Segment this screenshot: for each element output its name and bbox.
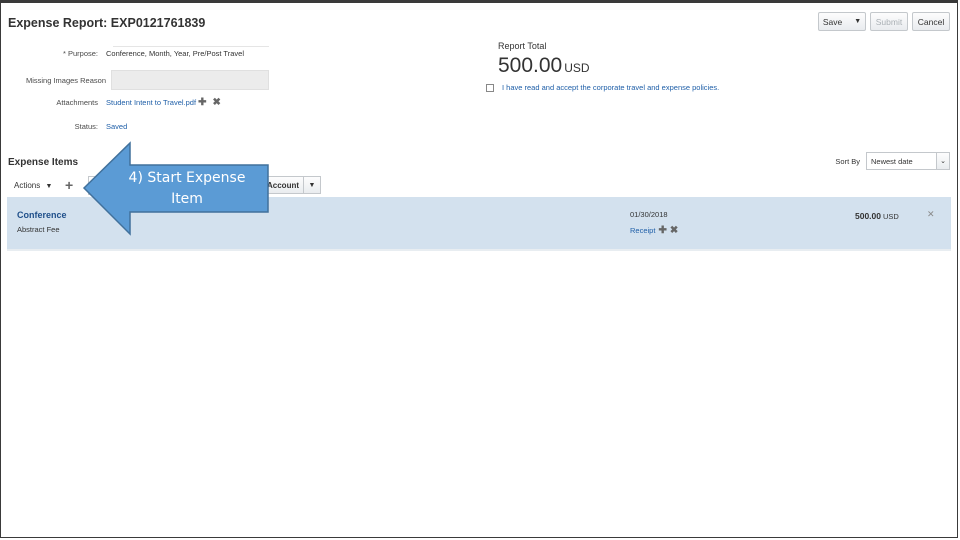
expense-items-heading: Expense Items [8,157,79,168]
remove-icon[interactable]: ✖ [212,97,220,108]
cancel-button[interactable]: Cancel [912,12,950,31]
purpose-underline [113,46,269,47]
sort-by-control: Sort By Newest date ⌄ [835,152,950,170]
create-item-plus-icon[interactable]: + [65,177,73,193]
attachment-link[interactable]: Student Intent to Travel.pdf [106,98,196,107]
submit-button[interactable]: Submit [870,12,908,31]
purpose-row: * Purpose: Conference, Month, Year, Pre/… [0,49,244,58]
save-label: Save [822,16,843,27]
sort-by-label: Sort By [835,156,860,166]
purpose-value[interactable]: Conference, Month, Year, Pre/Post Travel [106,49,244,58]
report-total-currency: USD [564,61,590,75]
missing-images-label: Missing Images Reason [25,75,106,85]
close-icon[interactable]: ✕ [927,209,935,220]
missing-images-row: Missing Images Reason [0,70,269,90]
callout-line-1: 4) Start Expense [128,170,246,186]
page-title: Expense Report: EXP0121761839 [8,16,206,30]
item-receipt: Receipt ✚ ✖ [630,225,678,236]
sort-by-value: Newest date [871,156,913,166]
add-icon[interactable]: ✚ [658,225,666,236]
purpose-label: * Purpose: [62,49,98,58]
actions-label: Actions [14,181,41,190]
missing-images-field[interactable] [111,70,269,90]
item-amount: 500.00 USD [855,211,899,221]
report-total-amount: 500.00 USD [498,54,590,78]
caret-down-icon: ▼ [45,183,53,190]
account-label: Account [263,177,304,193]
toolbar-button-edge [88,176,97,195]
status-row: Status: Saved [0,122,128,131]
attachments-row: Attachments Student Intent to Travel.pdf… [0,97,221,108]
policy-agreement: I have read and accept the corporate tra… [486,83,719,92]
status-label: Status: [74,122,98,131]
item-date: 01/30/2018 [630,210,668,219]
item-name[interactable]: Conference [17,210,67,220]
item-amount-number: 500.00 [855,211,881,221]
remove-icon[interactable]: ✖ [670,225,678,236]
chevron-down-icon[interactable]: ▼ [304,177,320,193]
policy-checkbox[interactable] [486,83,494,92]
receipt-link[interactable]: Receipt [630,226,655,235]
item-subtitle: Abstract Fee [17,225,60,234]
header-toolbar: Save ▼ Submit Cancel [818,12,950,31]
sort-by-select[interactable]: Newest date ⌄ [866,152,950,170]
item-amount-currency: USD [883,212,899,221]
callout-text: 4) Start Expense Item [117,168,257,210]
actions-menu[interactable]: Actions ▼ [14,181,52,190]
callout-line-2: Item [171,191,203,207]
policy-text[interactable]: I have read and accept the corporate tra… [502,83,719,92]
report-total-number: 500.00 [498,54,563,77]
add-icon[interactable]: ✚ [198,97,206,108]
attachments-label: Attachments [56,98,98,107]
report-total-label: Report Total [498,41,547,51]
chevron-down-icon[interactable]: ⌄ [936,153,949,169]
account-button[interactable]: Account ▼ [262,176,321,194]
save-button[interactable]: Save ▼ [818,12,866,31]
chevron-down-icon[interactable]: ▼ [854,18,861,25]
status-value: Saved [106,122,128,131]
